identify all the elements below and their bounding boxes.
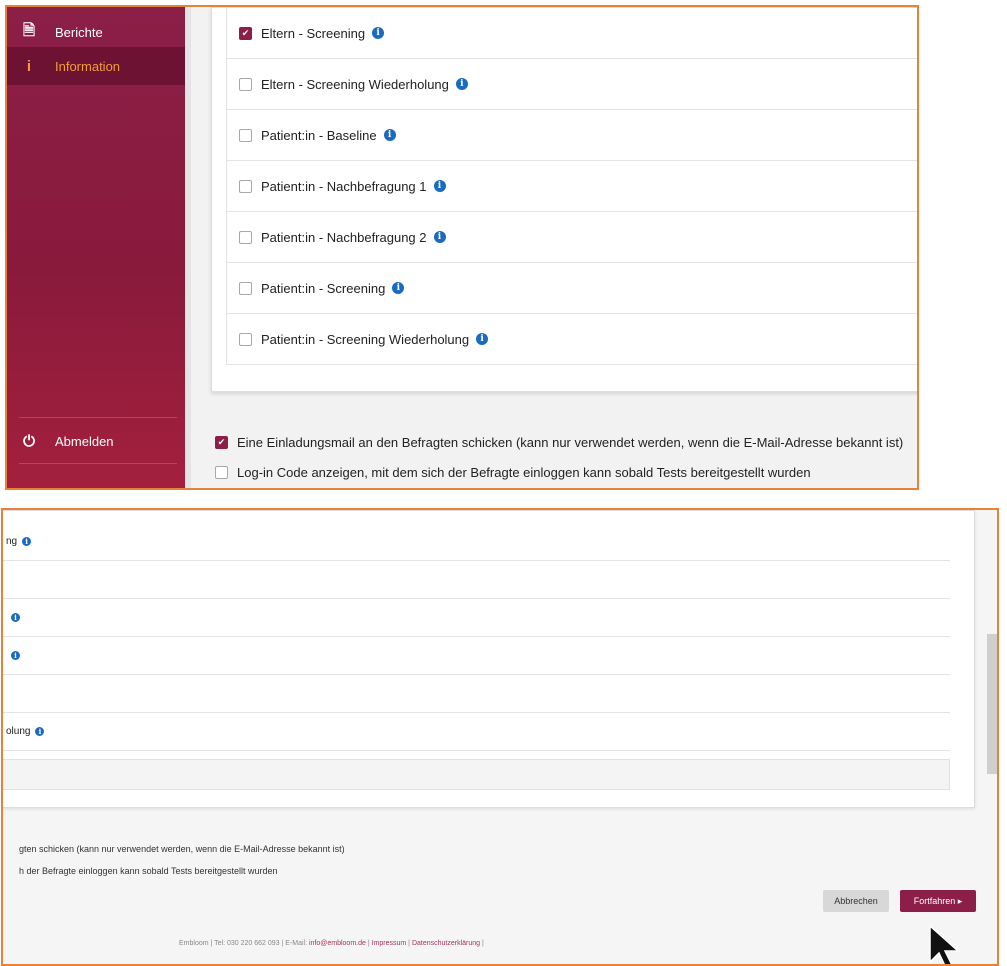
info-icon[interactable]: i [22,537,32,546]
footer-privacy-link[interactable]: Datenschutzerklärung [412,940,480,947]
sidebar-divider [19,417,177,418]
questionnaire-checkbox[interactable] [239,230,252,244]
sidebar-item-label: Information [55,58,121,74]
info-icon[interactable]: i [372,27,385,39]
questionnaire-label: Patient:in - Screening Wiederholung [261,331,470,347]
login-code-checkbox[interactable] [215,465,228,479]
questionnaire-label-zoomed: ng [6,536,18,547]
questionnaire-list: ✔ Eltern - Screening i Eltern - Screening W… [226,8,917,365]
questionnaire-checkbox[interactable] [239,332,252,346]
invite-mail-checkbox[interactable]: ✔ [215,435,228,449]
questionnaire-row[interactable]: Patient:in - Baseline i [226,110,917,161]
questionnaire-card: ✔ Eltern - Screening i Eltern - Screening W… [211,7,917,392]
questionnaire-label: Patient:in - Nachbefragung 1 [261,178,427,194]
questionnaire-checkbox[interactable] [239,77,252,91]
questionnaire-card-zoomed: ng i i i olung i [3,510,975,808]
sidebar-item-information[interactable]: i Information [7,47,185,85]
footer-imprint-link[interactable]: Impressum [372,940,407,947]
footer-end: | [480,940,484,947]
questionnaire-row-zoomed[interactable] [3,675,950,713]
questionnaire-label: Patient:in - Baseline [261,127,377,143]
cancel-button[interactable]: Abbrechen [823,890,889,912]
info-icon[interactable]: i [11,613,20,622]
info-icon[interactable]: i [392,282,405,294]
invite-mail-label-zoomed: gten schicken (kann nur verwendet werden… [19,844,345,854]
bottom-panel: ng i i i olung i gten schicken (kann nur verw… [1,508,999,966]
footer: Embloom | Tel: 030 220 662 093 | E-Mail:… [179,940,484,947]
questionnaire-list-zoomed: ng i i i olung i [3,511,974,751]
questionnaire-checkbox[interactable] [239,281,252,295]
info-icon[interactable]: i [433,180,446,192]
questionnaire-checkbox[interactable] [239,128,252,142]
questionnaire-label-zoomed: olung [6,726,31,737]
questionnaire-row-zoomed[interactable]: olung i [3,713,950,751]
sidebar: 🗎 Berichte i Information ⏻ Abmelden [7,7,185,488]
questionnaire-label: Patient:in - Nachbefragung 2 [261,229,427,245]
sidebar-item-berichte[interactable]: 🗎 Berichte [7,13,185,51]
invite-mail-option[interactable]: ✔ Eine Einladungsmail an den Befragten s… [215,431,915,453]
sidebar-item-abmelden[interactable]: ⏻ Abmelden [7,419,185,463]
login-code-option[interactable]: Log-in Code anzeigen, mit dem sich der B… [215,461,915,483]
questionnaire-checkbox[interactable]: ✔ [239,26,252,40]
info-icon[interactable]: i [35,727,45,736]
info-icon[interactable]: i [11,651,20,660]
info-icon[interactable]: i [433,231,446,243]
info-icon[interactable]: i [383,129,396,141]
questionnaire-row[interactable]: Patient:in - Nachbefragung 2 i [226,212,917,263]
questionnaire-row-zoomed[interactable] [3,561,950,599]
questionnaire-checkbox[interactable] [239,179,252,193]
sidebar-divider [19,463,177,464]
mouse-cursor-icon [929,924,960,964]
sidebar-item-label: Berichte [55,24,103,40]
scrollbar[interactable] [987,634,997,774]
info-icon: i [26,57,32,75]
footer-email-link[interactable]: info@embloom.de [309,940,366,947]
sidebar-item-label: Abmelden [55,433,114,449]
questionnaire-label: Patient:in - Screening [261,280,386,296]
questionnaire-label: Eltern - Screening [261,25,366,41]
questionnaire-row[interactable]: Patient:in - Nachbefragung 1 i [226,161,917,212]
logout-icon: ⏻ [23,432,35,450]
footer-prefix: Embloom | Tel: 030 220 662 093 | E-Mail: [179,940,309,947]
invite-mail-label: Eine Einladungsmail an den Befragten sch… [237,434,904,450]
invite-options: ✔ Eine Einladungsmail an den Befragten s… [215,431,915,488]
questionnaire-row[interactable]: Eltern - Screening Wiederholung i [226,59,917,110]
sidebar-gutter [185,7,191,488]
login-code-label: Log-in Code anzeigen, mit dem sich der B… [237,464,811,480]
questionnaire-label: Eltern - Screening Wiederholung [261,76,449,92]
card-footer-bar [3,759,950,790]
questionnaire-row[interactable]: Patient:in - Screening Wiederholung i [226,314,917,365]
questionnaire-row[interactable]: ✔ Eltern - Screening i [226,8,917,59]
info-icon[interactable]: i [476,333,489,345]
continue-button[interactable]: Fortfahren ▸ [900,890,976,912]
questionnaire-row-zoomed[interactable]: i [3,599,950,637]
questionnaire-row[interactable]: Patient:in - Screening i [226,263,917,314]
login-code-label-zoomed: h der Befragte einloggen kann sobald Tes… [19,866,278,876]
top-panel: 🗎 Berichte i Information ⏻ Abmelden ✔ Elt… [5,5,919,490]
reports-icon: 🗎 [22,21,36,39]
questionnaire-row-zoomed[interactable]: ng i [3,523,950,561]
info-icon[interactable]: i [455,78,468,90]
questionnaire-row-zoomed[interactable]: i [3,637,950,675]
